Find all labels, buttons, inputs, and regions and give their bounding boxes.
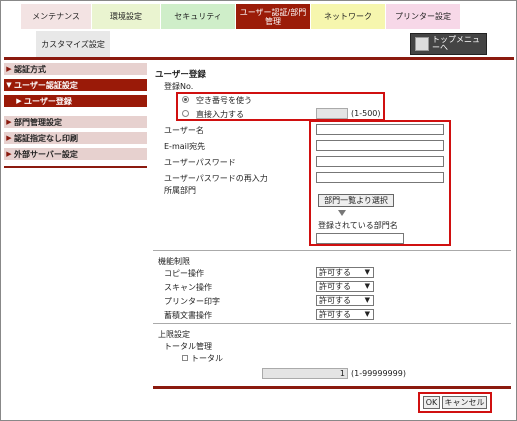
- total-mgmt-label: トータル管理: [164, 342, 212, 351]
- chevron-right-icon: ▶: [6, 118, 12, 126]
- total-checkbox[interactable]: [182, 355, 188, 361]
- function-limits-title: 機能制限: [158, 257, 190, 266]
- user-name-label: ユーザー名: [164, 126, 204, 135]
- email-label: E-mail宛先: [164, 142, 206, 151]
- limit-scan-select[interactable]: 許可する ▼: [316, 281, 374, 292]
- limit-scan-value: 許可する: [319, 282, 351, 291]
- sidebar-item-label: ユーザー認証設定: [14, 80, 78, 90]
- limit-storage-select[interactable]: 許可する ▼: [316, 309, 374, 320]
- chevron-down-icon: ▼: [6, 81, 12, 89]
- tab-printer[interactable]: プリンター設定: [386, 4, 460, 29]
- chevron-down-icon: ▼: [364, 268, 370, 276]
- chevron-right-icon: ▶: [6, 134, 12, 142]
- password-confirm-label: ユーザーパスワードの再入力: [164, 174, 268, 183]
- tab-customize[interactable]: カスタマイズ設定: [36, 31, 110, 57]
- section-divider: [153, 323, 511, 324]
- sidebar-item-label: 外部サーバー設定: [14, 149, 78, 159]
- chevron-down-icon: ▼: [364, 282, 370, 290]
- department-label: 所属部門: [164, 186, 196, 195]
- total-limit-range: (1-99999999): [351, 369, 406, 378]
- chevron-down-icon: ▼: [364, 310, 370, 318]
- limit-copy-label: コピー操作: [164, 269, 204, 278]
- sidebar-item-no-auth-print[interactable]: ▶ 認証指定なし印刷: [4, 132, 147, 146]
- highlight-reg-no: [176, 92, 385, 121]
- section-divider: [153, 250, 511, 251]
- limit-scan-label: スキャン操作: [164, 283, 212, 292]
- highlight-action-buttons: [418, 392, 492, 413]
- chevron-down-icon: ▼: [364, 296, 370, 304]
- limit-print-value: 許可する: [319, 296, 351, 305]
- sidebar-bottom-rule: [4, 166, 147, 168]
- sidebar-item-user-auth-settings[interactable]: ▼ ユーザー認証設定: [4, 79, 147, 93]
- total-checkbox-label: トータル: [191, 354, 223, 363]
- upper-limit-title: 上限設定: [158, 330, 190, 339]
- sidebar-item-dept-mgmt[interactable]: ▶ 部門管理設定: [4, 116, 147, 130]
- total-limit-input[interactable]: 1: [262, 368, 348, 379]
- sidebar-item-label: 部門管理設定: [14, 117, 62, 127]
- limit-copy-value: 許可する: [319, 268, 351, 277]
- sidebar-item-external-server[interactable]: ▶ 外部サーバー設定: [4, 148, 147, 162]
- tab-user-auth[interactable]: ユーザー認証/部門管理: [236, 4, 310, 29]
- top-menu-button[interactable]: トップメニューへ: [410, 33, 487, 55]
- tab-network[interactable]: ネットワーク: [311, 4, 385, 29]
- password-label: ユーザーパスワード: [164, 158, 236, 167]
- sidebar-item-user-registration[interactable]: ▶ ユーザー登録: [4, 95, 147, 109]
- tab-security[interactable]: セキュリティ: [161, 4, 235, 29]
- limit-print-select[interactable]: 許可する ▼: [316, 295, 374, 306]
- chevron-right-icon: ▶: [6, 65, 12, 73]
- sidebar-item-label: 認証方式: [14, 64, 46, 74]
- limit-storage-value: 許可する: [319, 310, 351, 319]
- limit-copy-select[interactable]: 許可する ▼: [316, 267, 374, 278]
- page-title: ユーザー登録: [155, 70, 206, 80]
- highlight-user-fields: [309, 120, 451, 246]
- limit-storage-label: 蓄積文書操作: [164, 311, 212, 320]
- sidebar-item-auth-method[interactable]: ▶ 認証方式: [4, 63, 147, 77]
- header-divider: [4, 57, 514, 60]
- chevron-right-icon: ▶: [16, 97, 22, 105]
- sidebar-item-label: 認証指定なし印刷: [14, 133, 78, 143]
- reg-no-label: 登録No.: [164, 82, 194, 91]
- sidebar-item-label: ユーザー登録: [24, 96, 72, 106]
- footer-divider: [153, 386, 511, 389]
- limit-print-label: プリンター印字: [164, 297, 220, 306]
- tab-maintenance[interactable]: メンテナンス: [21, 4, 91, 29]
- top-menu-label: トップメニューへ: [432, 35, 480, 52]
- tab-environment[interactable]: 環境設定: [92, 4, 160, 29]
- chevron-right-icon: ▶: [6, 150, 12, 158]
- home-icon: [415, 37, 429, 51]
